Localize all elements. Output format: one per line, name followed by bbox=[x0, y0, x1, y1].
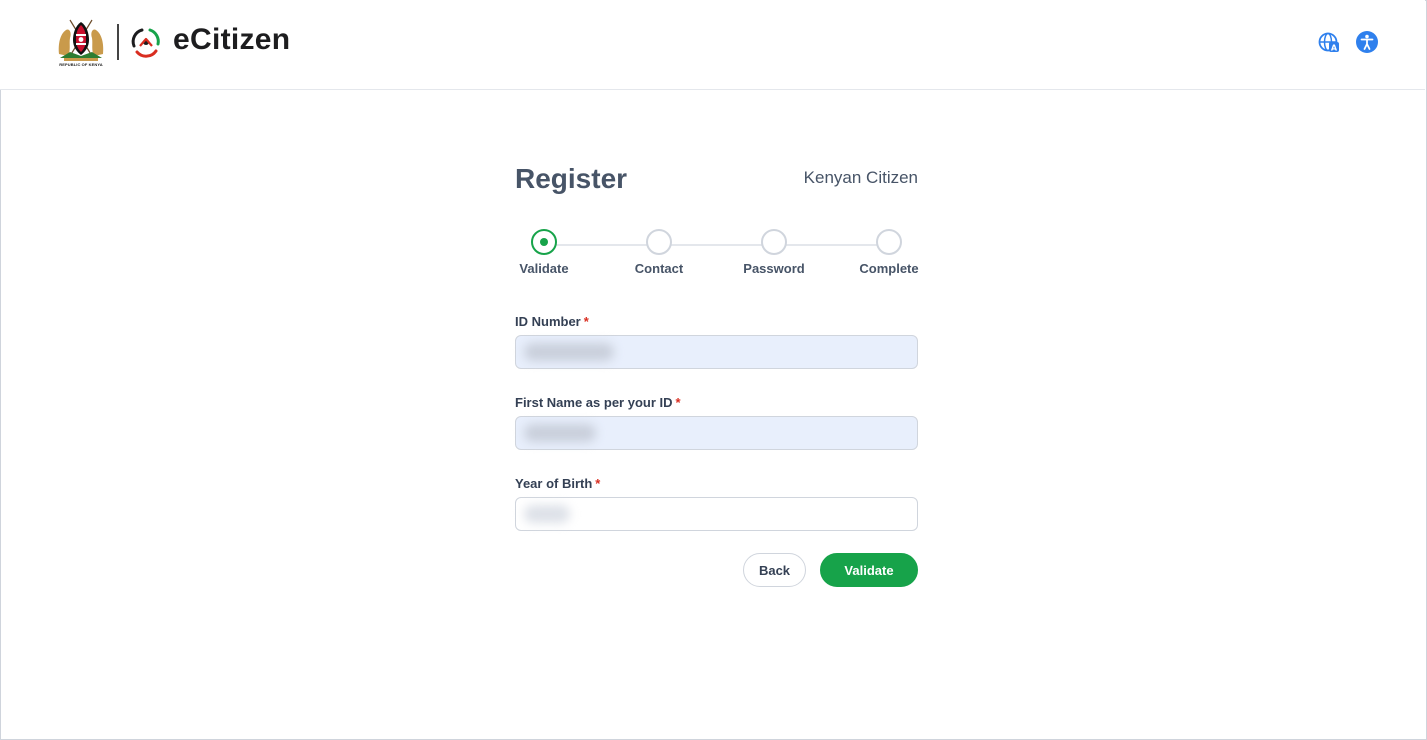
step-label: Complete bbox=[859, 261, 919, 276]
ecitizen-logo-icon bbox=[131, 28, 160, 58]
required-marker: * bbox=[595, 476, 601, 491]
citizen-type-label: Kenyan Citizen bbox=[803, 168, 918, 187]
first-name-input[interactable] bbox=[515, 416, 918, 450]
step-password: Password bbox=[734, 229, 814, 277]
stepper-track bbox=[544, 244, 890, 246]
id-number-input[interactable] bbox=[515, 335, 918, 369]
step-indicator bbox=[646, 229, 672, 255]
year-of-birth-label: Year of Birth * bbox=[515, 476, 600, 492]
accessibility-icon[interactable] bbox=[1356, 31, 1378, 53]
logo-divider bbox=[117, 24, 119, 60]
globe-translate-icon[interactable]: A bbox=[1318, 31, 1340, 53]
kenya-coat-of-arms-logo: REPUBLIC OF KENYA bbox=[56, 16, 106, 68]
registration-stepper: Validate Contact Password Complete bbox=[515, 229, 919, 281]
coat-caption: REPUBLIC OF KENYA bbox=[59, 62, 103, 67]
step-contact: Contact bbox=[619, 229, 699, 277]
step-label: Password bbox=[743, 261, 805, 276]
year-of-birth-input[interactable] bbox=[515, 497, 918, 531]
step-indicator-active bbox=[531, 229, 557, 255]
required-marker: * bbox=[675, 395, 681, 410]
step-indicator bbox=[876, 229, 902, 255]
svg-text:A: A bbox=[1331, 44, 1338, 53]
step-complete: Complete bbox=[849, 229, 929, 277]
coat-of-arms-icon bbox=[58, 19, 104, 61]
back-button[interactable]: Back bbox=[743, 553, 806, 587]
page-frame bbox=[0, 0, 1427, 740]
step-indicator bbox=[761, 229, 787, 255]
required-marker: * bbox=[583, 314, 589, 329]
top-header: REPUBLIC OF KENYA eCitizen A bbox=[0, 0, 1425, 90]
year-of-birth-label-text: Year of Birth bbox=[515, 476, 593, 491]
brand-name: eCitizen bbox=[173, 23, 291, 56]
step-label: Contact bbox=[634, 261, 684, 276]
step-validate: Validate bbox=[504, 229, 584, 277]
page-title: Register bbox=[515, 163, 628, 194]
id-number-label: ID Number * bbox=[515, 314, 589, 330]
first-name-label-text: First Name as per your ID bbox=[515, 395, 673, 410]
validate-button[interactable]: Validate bbox=[820, 553, 918, 587]
id-number-label-text: ID Number bbox=[515, 314, 581, 329]
step-label: Validate bbox=[519, 261, 569, 276]
first-name-label: First Name as per your ID * bbox=[515, 395, 681, 411]
